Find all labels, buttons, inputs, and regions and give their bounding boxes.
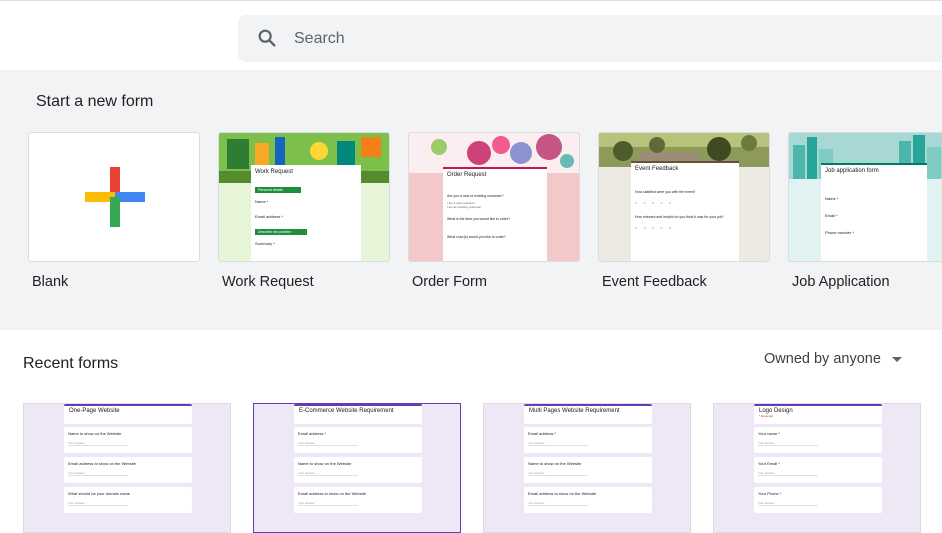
start-new-form-section: Start a new form ⋮ Blank [0,70,942,330]
answer-placeholder: Your answer [298,441,358,446]
answer-placeholder: Your answer [758,471,818,476]
question-text: Your name * [758,431,780,436]
template-question: How relevant and helpful do you think it… [635,215,724,219]
form-preview-question: Your name * Your answer [754,427,882,453]
answer-placeholder: Your answer [68,441,128,446]
recent-form-card[interactable]: Logo Design * Required Your name * Your an… [713,403,921,533]
template-section-label: Personal details [255,187,301,193]
template-job-application[interactable]: Job application form Name * Email * Phon… [788,132,942,290]
question-text: Your Phone * [758,491,782,496]
form-preview-question: Email address to show on the Website Your… [64,457,192,483]
template-field: Email address * [255,214,284,219]
template-field: Phone number * [825,230,854,235]
template-field: Email * [825,213,838,218]
template-thumbnail[interactable]: Work Request Personal details Name * Ema… [218,132,390,262]
question-text: Email address to show on the Website [68,461,136,466]
owner-filter-dropdown[interactable]: Owned by anyone [764,351,881,367]
question-text: Name to show on the Website [528,461,582,466]
top-bar [0,0,942,71]
template-field: Summary * [255,241,275,246]
form-preview-title: One-Page Website [64,404,192,424]
answer-placeholder: Your answer [758,501,818,506]
form-preview-question: Name to show on the Website Your answer [524,457,652,483]
plus-icon [85,167,145,227]
recent-forms-title: Recent forms [23,355,119,372]
template-option: I am an existing customer [447,205,482,209]
template-blank[interactable]: Blank [28,132,200,290]
answer-placeholder: Your answer [528,471,588,476]
form-preview-question: Name to show on the Website Your answer [64,427,192,453]
template-thumbnail[interactable]: Order Request Are you a new or existing … [408,132,580,262]
form-preview-title: Multi Pages Website Requirement [524,404,652,424]
template-field: Name * [255,199,269,204]
template-question: What is the item you would like to order… [447,217,511,221]
question-text: Email address to show on the Website [298,491,366,496]
dropdown-caret-icon[interactable] [892,357,902,362]
recent-form-card[interactable]: E-Commerce Website Requirement Email add… [253,403,461,533]
answer-placeholder: Your answer [528,501,588,506]
required-note: * Required [759,414,774,418]
question-text: Name to show on the Website [298,461,352,466]
template-form-title: Event Feedback [635,166,679,172]
template-question: Are you a new or existing customer? [447,194,504,198]
template-label: Work Request [222,274,314,290]
form-preview-title: E-Commerce Website Requirement [294,404,422,424]
recent-form-card[interactable]: One-Page Website Name to show on the Web… [23,403,231,533]
answer-placeholder: Your answer [758,441,818,446]
template-order-form[interactable]: Order Request Are you a new or existing … [408,132,580,290]
form-preview-question: Your Phone * Your answer [754,487,882,513]
template-rating-scale: ○○○○○ [635,225,678,230]
form-preview-question: Email address to show on the Website Your… [294,487,422,513]
question-text: Email address * [528,431,557,436]
template-section-label: Describe the problem [255,229,307,235]
template-thumbnail[interactable] [28,132,200,262]
question-text: What should be your domain name [68,491,131,496]
template-rating-scale: ○○○○○ [635,200,678,205]
template-question: How satisfied were you with the event? [635,190,696,194]
answer-placeholder: Your answer [298,501,358,506]
form-preview-question: Your Email * Your answer [754,457,882,483]
template-work-request[interactable]: Work Request Personal details Name * Ema… [218,132,390,290]
form-preview: E-Commerce Website Requirement Email add… [294,404,422,517]
form-preview-question: Email address * Your answer [294,427,422,453]
answer-placeholder: Your answer [298,471,358,476]
template-label: Event Feedback [602,274,707,290]
more-indicator: ⋮ [936,92,942,112]
template-form-title: Job application form [825,168,879,174]
template-event-feedback[interactable]: Event Feedback How satisfied were you wi… [598,132,770,290]
form-preview-title: Logo Design * Required [754,404,882,424]
form-preview-question: Email address to show on the Website Your… [524,487,652,513]
section-title: Start a new form [36,93,154,110]
answer-placeholder: Your answer [528,441,588,446]
form-preview: Multi Pages Website Requirement Email ad… [524,404,652,517]
question-text: Your Email * [758,461,780,466]
template-thumbnail[interactable]: Event Feedback How satisfied were you wi… [598,132,770,262]
template-form-title: Work Request [255,169,293,175]
template-field: Name * [825,196,839,201]
question-text: Email address to show on the Website [528,491,596,496]
form-preview: One-Page Website Name to show on the Web… [64,404,192,517]
form-preview-question: Name to show on the Website Your answer [294,457,422,483]
form-preview-question: Email address * Your answer [524,427,652,453]
form-preview: Logo Design * Required Your name * Your an… [754,404,882,517]
template-label: Job Application [792,274,890,290]
question-text: Email address * [298,431,327,436]
template-form-title: Order Request [447,172,487,178]
form-preview-question: What should be your domain name Your answ… [64,487,192,513]
template-thumbnail[interactable]: Job application form Name * Email * Phon… [788,132,942,262]
recent-form-card[interactable]: Multi Pages Website Requirement Email ad… [483,403,691,533]
template-label: Blank [32,274,69,290]
template-question: What color(s) would you like to order? [447,235,506,239]
search-icon[interactable] [256,27,278,49]
search-bar[interactable] [238,15,942,62]
search-input[interactable] [294,15,794,62]
answer-placeholder: Your answer [68,471,128,476]
template-label: Order Form [412,274,487,290]
answer-placeholder: Your answer [68,501,128,506]
question-text: Name to show on the Website [68,431,122,436]
